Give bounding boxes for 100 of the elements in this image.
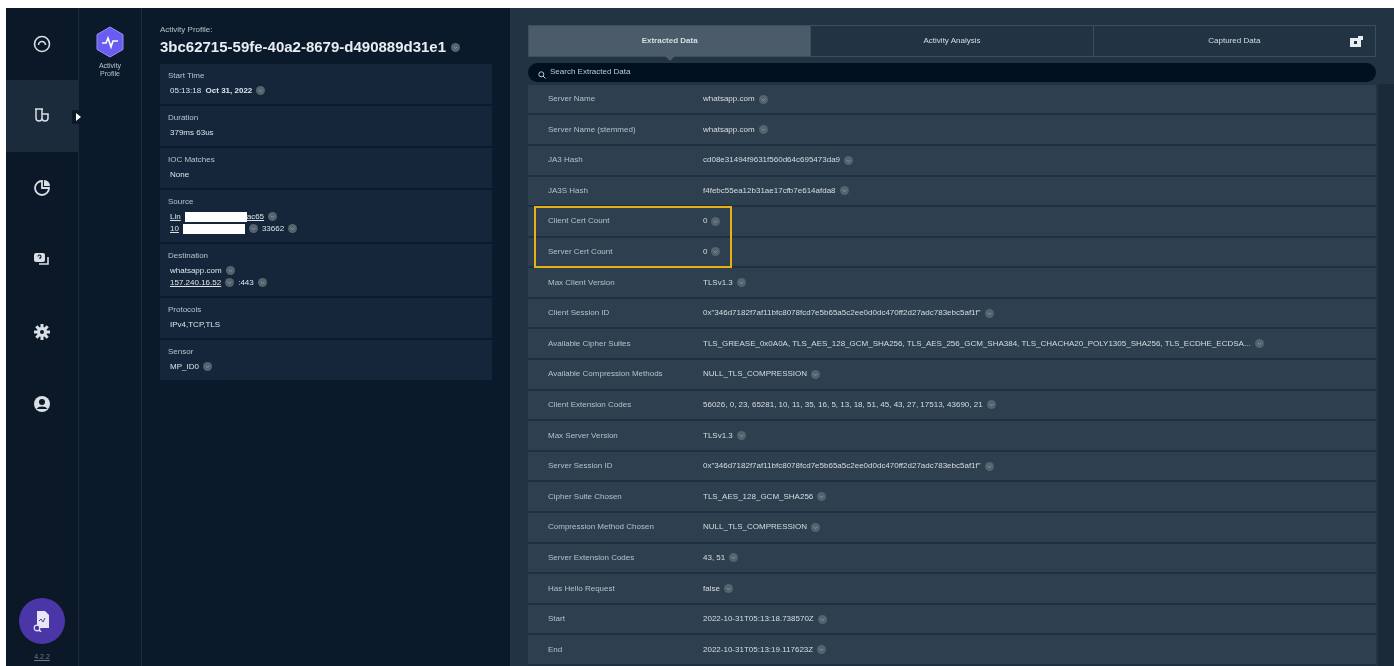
chevron-circle-icon[interactable]: [758, 94, 768, 104]
chevron-circle-icon[interactable]: [817, 492, 827, 502]
row-label: Max Server Version: [547, 429, 619, 442]
pie-chart-icon: [33, 179, 51, 197]
row-label: JA3S Hash: [547, 184, 590, 197]
row-value: TLSv1.3: [703, 429, 733, 442]
row-value: 2022-10-31T05:13:18.738570Z: [703, 613, 814, 626]
row-label: Has Hello Request: [547, 582, 616, 595]
row-value: whatsapp.com: [703, 123, 755, 136]
address-link[interactable]: ac65: [246, 210, 265, 223]
detail-value: IPv4,TCP,TLS: [170, 318, 221, 331]
row-value: 0: [703, 215, 708, 228]
detail-label: Duration: [168, 111, 200, 124]
detail-label: Source: [168, 195, 195, 208]
row-value: cd08e31494f9631f560d64c695473da9: [703, 154, 841, 167]
detail-value: :443: [238, 276, 254, 289]
row-label: Server Cert Count: [547, 246, 614, 258]
chevron-circle-icon[interactable]: [202, 362, 212, 371]
gauge-icon: [33, 35, 51, 53]
row-value: 56026, 0, 23, 65281, 10, 11, 35, 16, 5, 13, 18, 51, 45, 43, 27, 17513, 43690, 21: [703, 398, 983, 411]
row-label: Client Session ID: [547, 307, 611, 320]
chevron-circle-icon[interactable]: [268, 212, 278, 221]
row-label: Client Extension Codes: [547, 398, 633, 411]
chevron-circle-icon[interactable]: [225, 278, 235, 287]
row-label: Server Name: [547, 93, 597, 105]
row-value: f4febc55ea12b31ae17cfb7e614afda8: [703, 184, 836, 197]
profile-id: 3bc62715-59fe-40a2-8679-d490889d31e1: [160, 37, 447, 57]
detail-value: whatsapp.com: [170, 264, 222, 277]
document-search-icon: [33, 609, 51, 632]
chevron-circle-icon[interactable]: [451, 42, 461, 52]
row-label: JA3 Hash: [547, 154, 584, 167]
detail-value: 05:13:18 Oct 31, 2022: [170, 84, 253, 97]
redaction-bar: [184, 211, 247, 222]
activity-profile-icon: [95, 26, 125, 58]
chevron-circle-icon[interactable]: [736, 431, 746, 441]
address-link[interactable]: Lin: [170, 210, 181, 223]
row-label: Max Client Version: [547, 276, 616, 289]
row-label: Available Cipher Suites: [547, 337, 632, 350]
chevron-circle-icon[interactable]: [225, 266, 235, 275]
row-label: End: [547, 643, 564, 656]
search-icon: [538, 71, 546, 79]
row-value: TLS_AES_128_GCM_SHA256: [703, 490, 814, 503]
chevron-circle-icon[interactable]: [288, 224, 298, 233]
row-label: Start: [547, 613, 566, 626]
row-label: Client Cert Count: [547, 215, 611, 228]
row-label: Cipher Suite Chosen: [547, 490, 623, 503]
row-value: false: [703, 582, 720, 595]
chevron-circle-icon[interactable]: [1254, 339, 1264, 349]
chevron-circle-icon[interactable]: [723, 584, 733, 593]
search-field[interactable]: Search Extracted Data: [528, 63, 1376, 82]
flask-icon: [33, 107, 51, 125]
user-icon: [33, 395, 51, 413]
chevron-circle-icon[interactable]: [256, 86, 266, 95]
chevron-circle-icon[interactable]: [736, 278, 746, 288]
chevron-circle-icon[interactable]: [758, 125, 768, 135]
row-value: 0: [703, 246, 708, 258]
detail-label: IOC Matches: [168, 153, 216, 166]
row-value: 2022-10-31T05:13:19.117623Z: [703, 643, 814, 656]
row-label: Compression Method Chosen: [547, 521, 655, 534]
window-icon[interactable]: [1350, 36, 1363, 47]
chevron-circle-icon[interactable]: [711, 247, 721, 257]
row-value: TLS_GREASE_0x0A0A, TLS_AES_128_GCM_SHA256, TLS_AES_256_GCM_SHA384, TLS_CHACHA20_POLY1305_SHA256, TLS_ECDHE_ECDSA...: [703, 337, 1251, 350]
settings-icon: [33, 323, 51, 341]
chevron-circle-icon[interactable]: [248, 224, 258, 233]
row-label: Available Compression Methods: [547, 368, 664, 381]
expand-toggle[interactable]: [72, 110, 84, 124]
row-value: whatsapp.com: [703, 93, 755, 105]
chevron-circle-icon[interactable]: [729, 553, 739, 563]
chevron-circle-icon[interactable]: [257, 278, 267, 287]
detail-label: Start Time: [168, 69, 206, 82]
chevron-circle-icon[interactable]: [711, 216, 721, 226]
chevron-circle-icon[interactable]: [811, 369, 821, 379]
detail-label: Destination: [168, 249, 210, 262]
chevron-circle-icon[interactable]: [984, 461, 994, 471]
chevron-circle-icon[interactable]: [817, 614, 827, 624]
detail-value: 379ms 63us: [170, 126, 214, 139]
row-label: Server Session ID: [547, 460, 614, 473]
detail-value: MP_ID0: [170, 360, 199, 373]
row-value: 0x"346d7182f7af11bfc8078fcd7e5b65a5c2ee0d0dc470ff2d27adc783ebc5af1f": [703, 460, 981, 473]
row-value: 43, 51: [703, 551, 726, 564]
row-label: Server Extension Codes: [547, 551, 636, 564]
profile-caption: Activity Profile:: [160, 24, 214, 36]
row-value: TLSv1.3: [703, 276, 733, 289]
chevron-circle-icon[interactable]: [811, 522, 821, 532]
chevron-circle-icon[interactable]: [817, 645, 827, 655]
row-value: NULL_TLS_COMPRESSION: [703, 521, 808, 534]
detail-label: Sensor: [168, 345, 195, 358]
report-search-button[interactable]: [19, 597, 65, 644]
chevron-circle-icon[interactable]: [986, 400, 996, 410]
detail-value: 33662: [261, 222, 285, 235]
caret-icon: [75, 113, 81, 121]
chevron-circle-icon[interactable]: [839, 186, 849, 196]
row-label: Server Name (stemmed): [547, 123, 637, 136]
redaction-bar: [182, 223, 245, 234]
row-value: 0x"346d7182f7af11bfc8078fcd7e5b65a5c2ee0d0dc470ff2d27adc783ebc5af1f": [703, 307, 981, 320]
row-value: NULL_TLS_COMPRESSION: [703, 368, 808, 381]
address-link[interactable]: 157.240.16.52: [170, 276, 222, 289]
chevron-circle-icon[interactable]: [844, 155, 854, 165]
address-link[interactable]: 10: [170, 222, 179, 235]
chevron-circle-icon[interactable]: [984, 308, 994, 318]
